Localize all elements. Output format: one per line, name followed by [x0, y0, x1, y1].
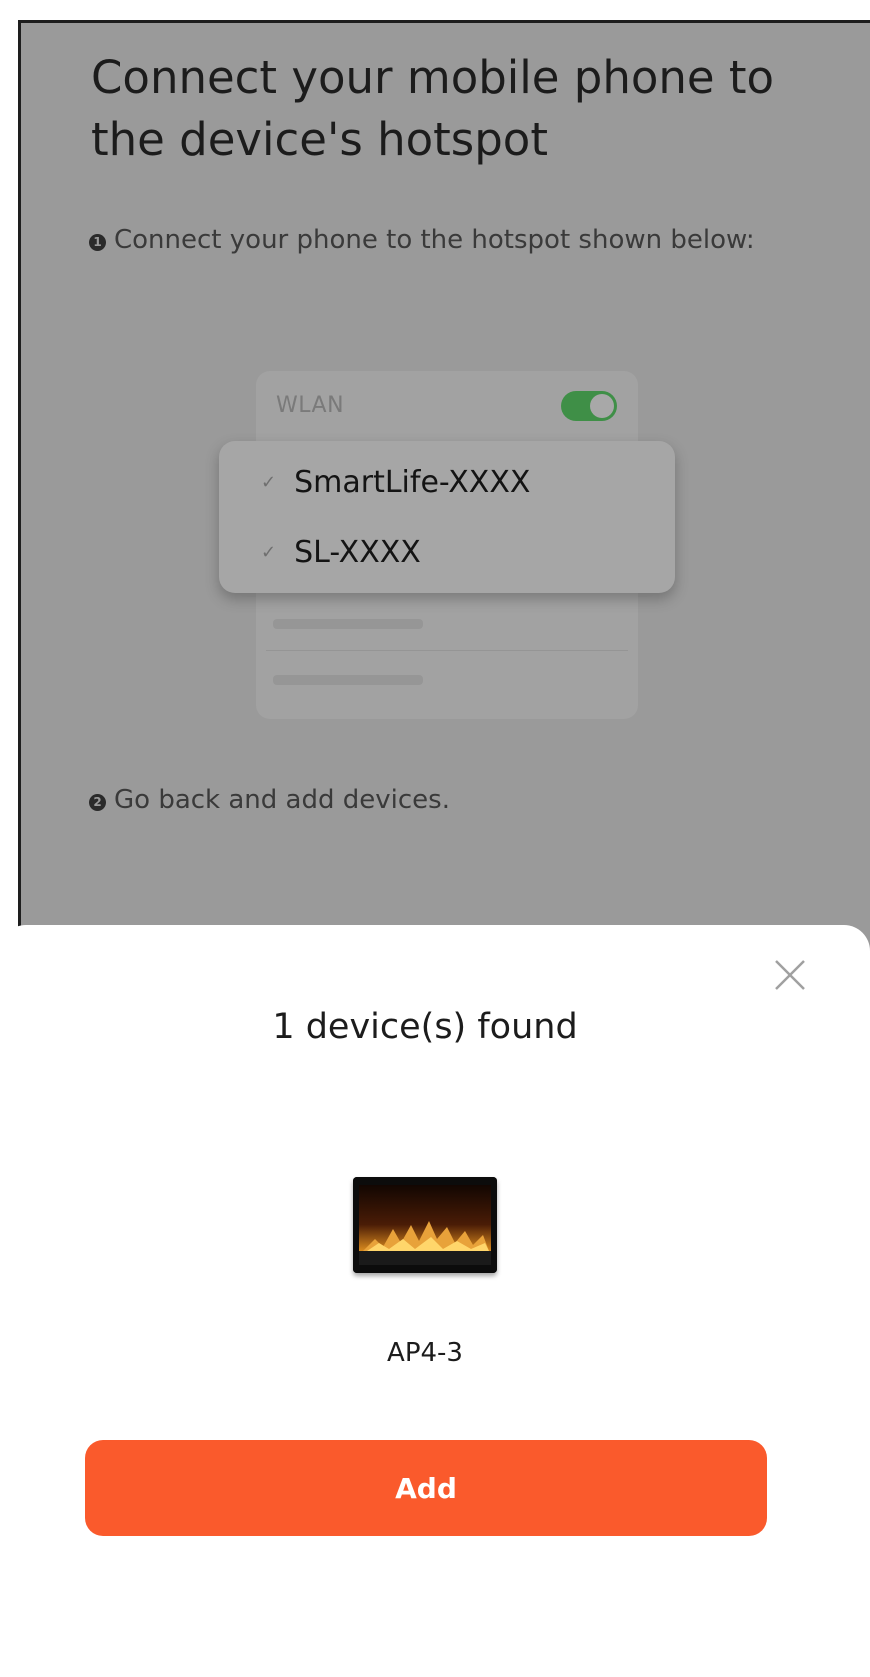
check-icon: ✓ [261, 542, 277, 563]
hotspot-item: ✓ SmartLife-XXXX [261, 465, 530, 500]
hotspot-name: SL-XXXX [294, 535, 421, 570]
step-2-number: 2 [89, 794, 106, 811]
toggle-knob [590, 394, 614, 418]
close-button[interactable] [770, 955, 810, 995]
device-found-sheet: 1 device(s) found AP4-3 Add [0, 925, 870, 1677]
wlan-label: WLAN [276, 393, 345, 418]
step-2-text: Go back and add devices. [114, 785, 450, 815]
hotspot-list-card: ✓ SmartLife-XXXX ✓ SL-XXXX [219, 441, 675, 593]
placeholder-network-line [273, 619, 423, 629]
hotspot-item: ✓ SL-XXXX [261, 535, 421, 570]
close-icon [775, 960, 805, 990]
step-1-text: Connect your phone to the hotspot shown … [114, 225, 755, 255]
step-1-instruction: 1 Connect your phone to the hotspot shown… [89, 221, 809, 259]
placeholder-network-line [273, 675, 423, 685]
step-1-number: 1 [89, 234, 106, 251]
divider [266, 650, 628, 651]
add-button[interactable]: Add [85, 1440, 767, 1536]
fireplace-device-image [353, 1177, 497, 1273]
check-icon: ✓ [261, 472, 277, 493]
wlan-toggle [561, 391, 617, 421]
hotspot-name: SmartLife-XXXX [294, 465, 531, 500]
step-2-instruction: 2 Go back and add devices. [89, 781, 450, 819]
device-name: AP4-3 [387, 1338, 463, 1368]
sheet-title: 1 device(s) found [272, 1007, 578, 1047]
page-title: Connect your mobile phone to the device'… [91, 51, 775, 166]
